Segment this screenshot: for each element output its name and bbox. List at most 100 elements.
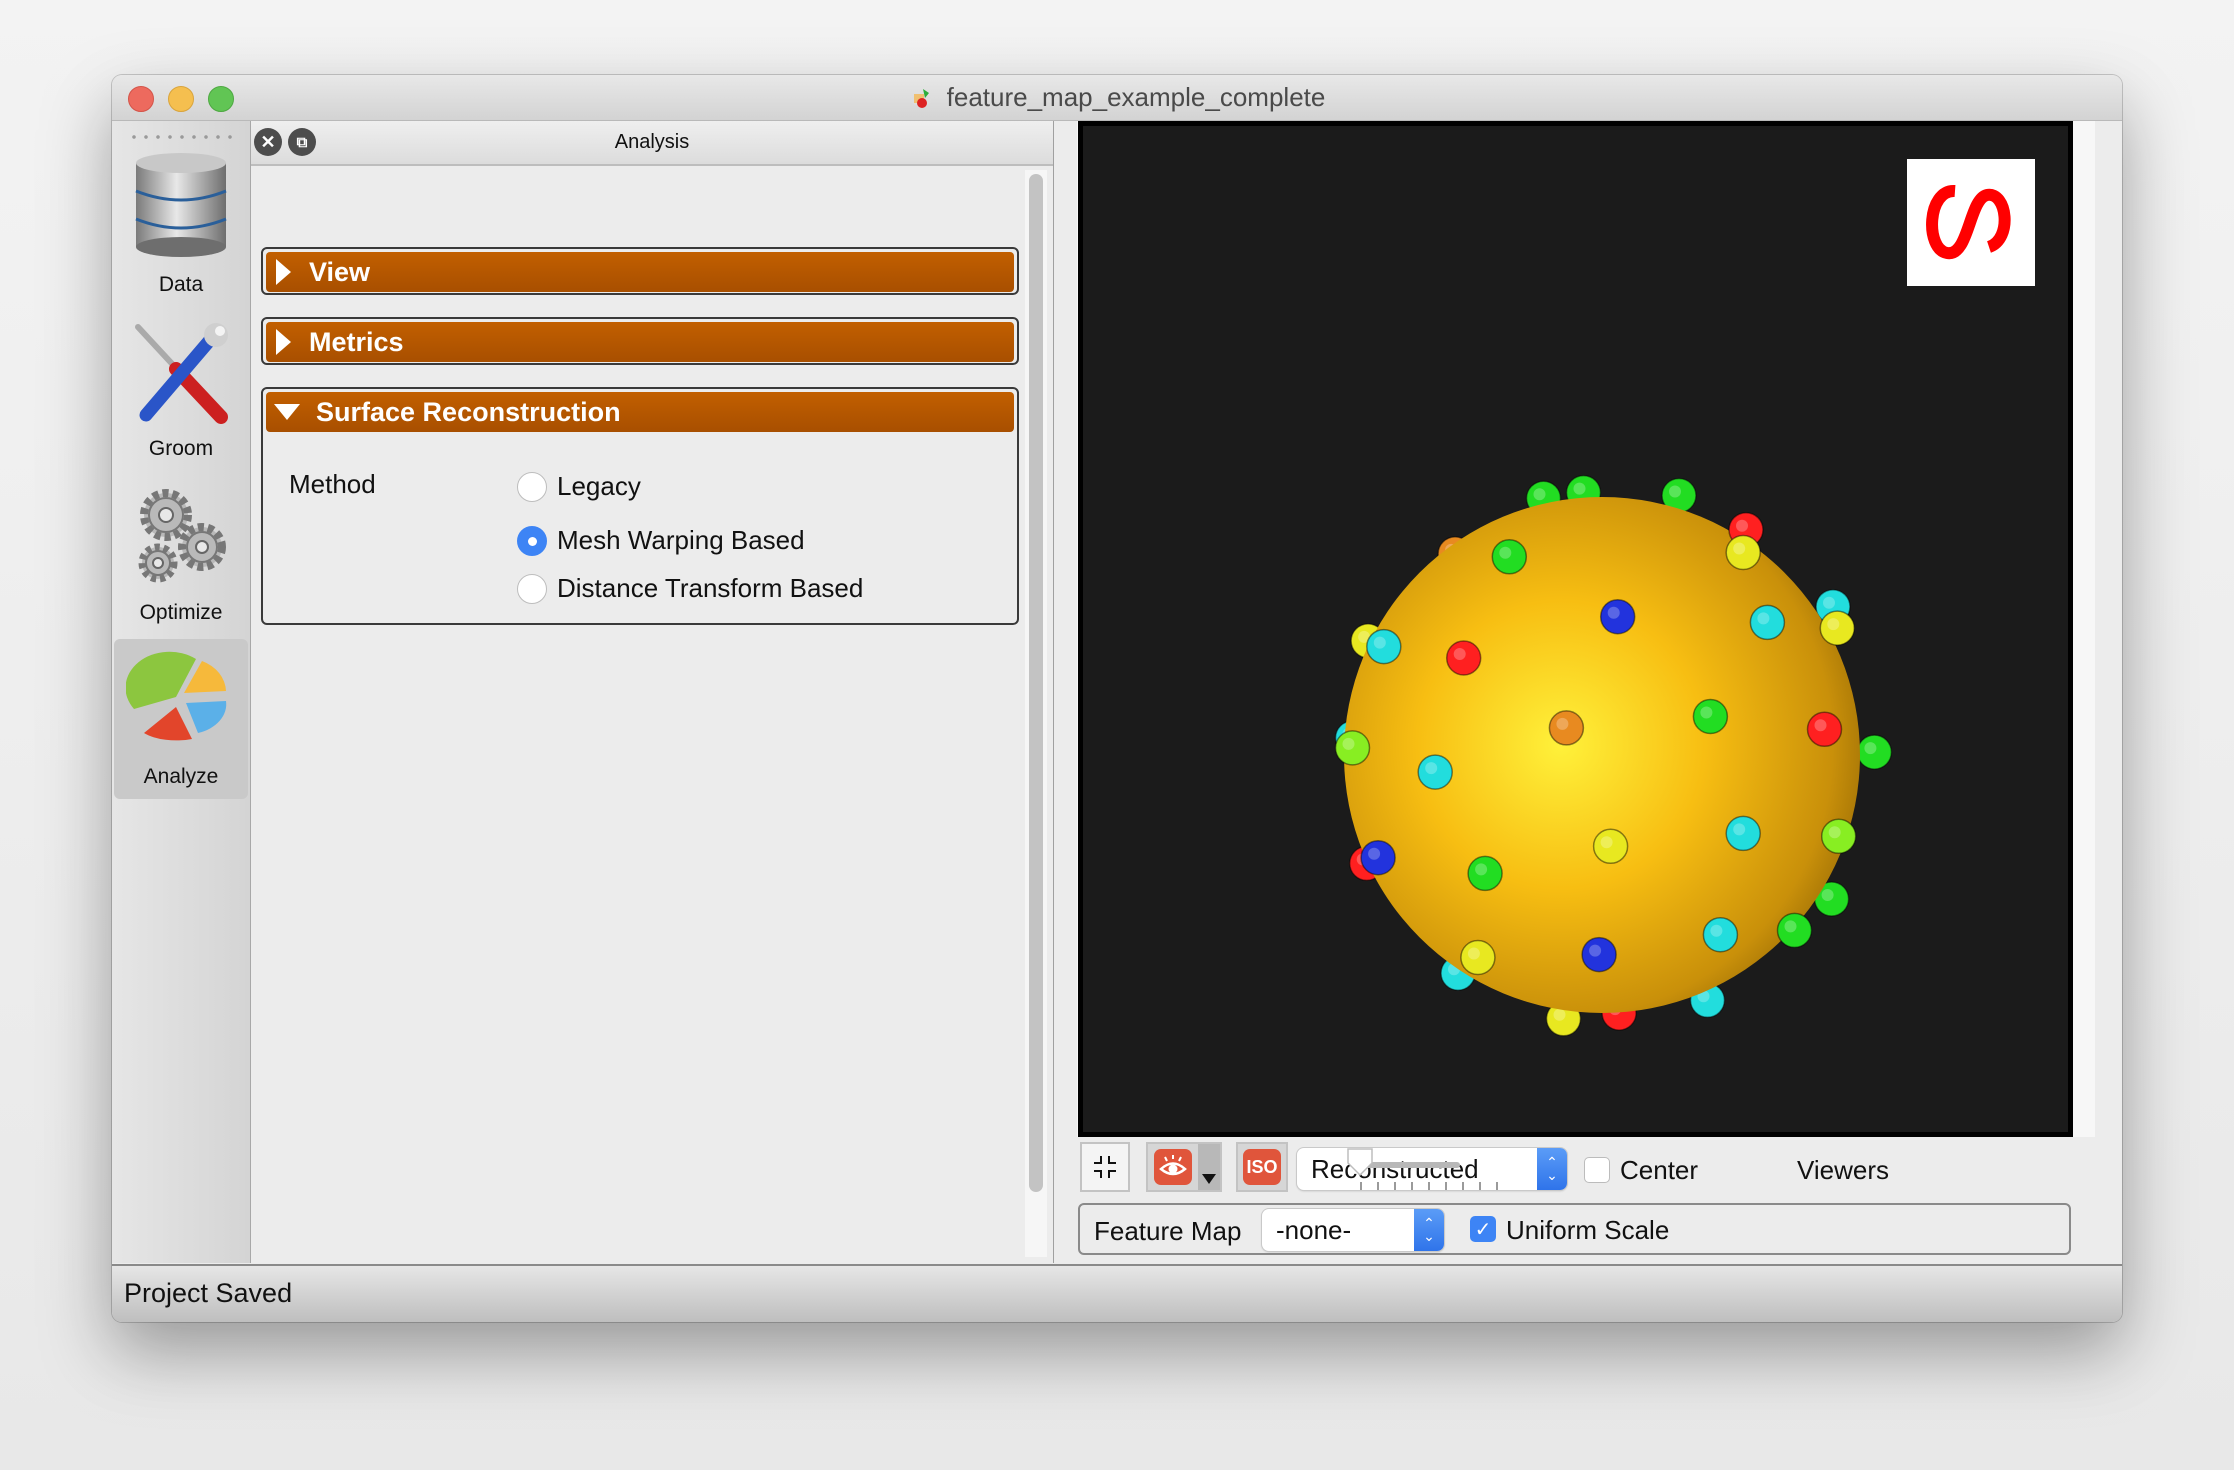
section-surface-reconstruction-header[interactable]: Surface Reconstruction (266, 392, 1014, 432)
select-stepper-icon: ⌃ ⌄ (1414, 1209, 1444, 1251)
3d-viewer[interactable] (1078, 121, 2073, 1137)
particle-highlight (1453, 648, 1466, 660)
glyph-visibility-button[interactable] (1146, 1142, 1222, 1192)
radio-legacy[interactable]: Legacy (517, 471, 641, 502)
center-label: Center (1620, 1155, 1699, 1185)
particle-highlight (1368, 847, 1381, 860)
select-stepper-icon: ⌃ ⌄ (1537, 1148, 1567, 1190)
particle-highlight (1600, 836, 1613, 849)
method-label: Method (289, 469, 376, 499)
section-view-header[interactable]: View (266, 252, 1014, 292)
pie-chart-icon (126, 651, 227, 741)
particle-highlight (1342, 737, 1355, 750)
autoview-button[interactable] (1080, 1142, 1130, 1192)
eye-glyph-icon (1154, 1149, 1192, 1185)
particle-highlight (1821, 889, 1834, 901)
app-window: feature_map_example_complete Data Groom … (112, 75, 2122, 1322)
slider-tick (1428, 1182, 1430, 1190)
section-label: Surface Reconstruction (316, 396, 621, 427)
expand-arrow-icon (276, 329, 291, 355)
database-icon (135, 153, 227, 257)
particle-highlight (1425, 762, 1438, 775)
sidebar-item-analyze[interactable]: Analyze (114, 639, 248, 799)
iso-icon: ISO (1243, 1149, 1281, 1185)
particle-highlight (1556, 717, 1569, 730)
particle-highlight (1669, 485, 1681, 498)
particle-highlight (1373, 636, 1386, 649)
viewers-label: Viewers (1797, 1155, 1890, 1185)
particle-highlight (1533, 488, 1546, 501)
particle-highlight (1589, 944, 1602, 957)
status-message: Project Saved (124, 1278, 293, 1308)
slider-tick (1496, 1182, 1498, 1190)
display-mode-select[interactable]: Reconstructed ⌃ ⌄ (1297, 1148, 1567, 1190)
particle-highlight (1710, 924, 1723, 937)
panel-scrollbar[interactable] (1025, 170, 1047, 1257)
section-metrics-header[interactable]: Metrics (266, 322, 1014, 362)
expand-arrow-icon (276, 259, 291, 285)
particle-highlight (1784, 920, 1797, 933)
slider-tick (1411, 1182, 1413, 1190)
select-value: Reconstructed (1311, 1153, 1479, 1184)
radio-button[interactable] (517, 573, 547, 604)
sidebar-item-groom[interactable]: Groom (114, 311, 248, 471)
radio-button[interactable] (517, 471, 547, 502)
gears-icon (138, 489, 226, 583)
particle-highlight (1553, 1008, 1566, 1021)
sidebar-item-data[interactable]: Data (114, 147, 248, 307)
window-title: feature_map_example_complete (946, 82, 1326, 112)
sidebar-drag-handle[interactable] (128, 135, 234, 139)
logo-path (1926, 185, 2011, 259)
radio-label: Mesh Warping Based (557, 525, 805, 555)
slider-tick (1360, 1182, 1362, 1190)
feature-map-select[interactable]: -none- ⌃ ⌄ (1262, 1209, 1444, 1251)
particle-highlight (1823, 596, 1835, 609)
slider-tick (1394, 1182, 1396, 1190)
collapse-arrow-icon (274, 404, 300, 420)
panel-title: Analysis (614, 131, 690, 153)
slider-tick (1479, 1182, 1481, 1190)
radio-button[interactable] (517, 525, 547, 556)
select-value: -none- (1276, 1214, 1352, 1245)
viewers-slider-track[interactable] (1360, 1162, 1460, 1168)
particle-highlight (1864, 742, 1877, 755)
section-label: Metrics (309, 326, 404, 357)
uniform-scale-checkbox[interactable]: ✓ (1470, 1216, 1496, 1242)
sidebar-item-label: Data (158, 273, 204, 296)
tools-icon (135, 323, 228, 424)
radio-mesh-warping[interactable]: Mesh Warping Based (517, 525, 805, 556)
panel-header: ✕ ⧉ Analysis (251, 121, 1053, 166)
radio-label: Legacy (557, 471, 641, 501)
uniform-scale-label: Uniform Scale (1506, 1215, 1670, 1245)
sidebar-item-label: Analyze (143, 765, 219, 788)
slider-tick (1462, 1182, 1464, 1190)
section-metrics: Metrics (261, 317, 1019, 365)
radio-label: Distance Transform Based (557, 573, 864, 603)
section-surface-reconstruction: Surface Reconstruction Method Legacy Mes… (261, 387, 1019, 625)
analysis-panel: ✕ ⧉ Analysis View Metrics Surface Recons… (251, 121, 1054, 1263)
glyph-options-dropdown[interactable] (1198, 1144, 1220, 1190)
module-sidebar: Data Groom Optimize Analyze (112, 121, 251, 1263)
particle-highlight (1814, 719, 1827, 732)
viewer-canvas[interactable] (1083, 126, 2068, 1132)
isosurface-button[interactable]: ISO (1236, 1142, 1288, 1192)
shapeworks-logo (1907, 159, 2035, 286)
particle-highlight (1757, 612, 1770, 625)
scrollbar-thumb[interactable] (1029, 174, 1043, 1192)
slider-tick (1377, 1182, 1379, 1190)
particle-highlight (1733, 542, 1746, 555)
sidebar-item-label: Groom (148, 437, 214, 460)
sidebar-item-optimize[interactable]: Optimize (114, 475, 248, 635)
center-checkbox[interactable] (1584, 1157, 1610, 1183)
particle-highlight (1607, 606, 1620, 619)
section-view: View (261, 247, 1019, 295)
sidebar-item-label: Optimize (139, 601, 223, 624)
feature-map-label: Feature Map (1094, 1216, 1242, 1246)
radio-distance-transform[interactable]: Distance Transform Based (517, 573, 863, 604)
particle-highlight (1733, 823, 1746, 836)
slider-tick (1445, 1182, 1447, 1190)
viewers-slider-thumb[interactable] (1345, 1147, 1375, 1177)
chevron-down-icon (1202, 1174, 1216, 1184)
particle-highlight (1736, 519, 1748, 532)
particle-highlight (1700, 706, 1713, 719)
